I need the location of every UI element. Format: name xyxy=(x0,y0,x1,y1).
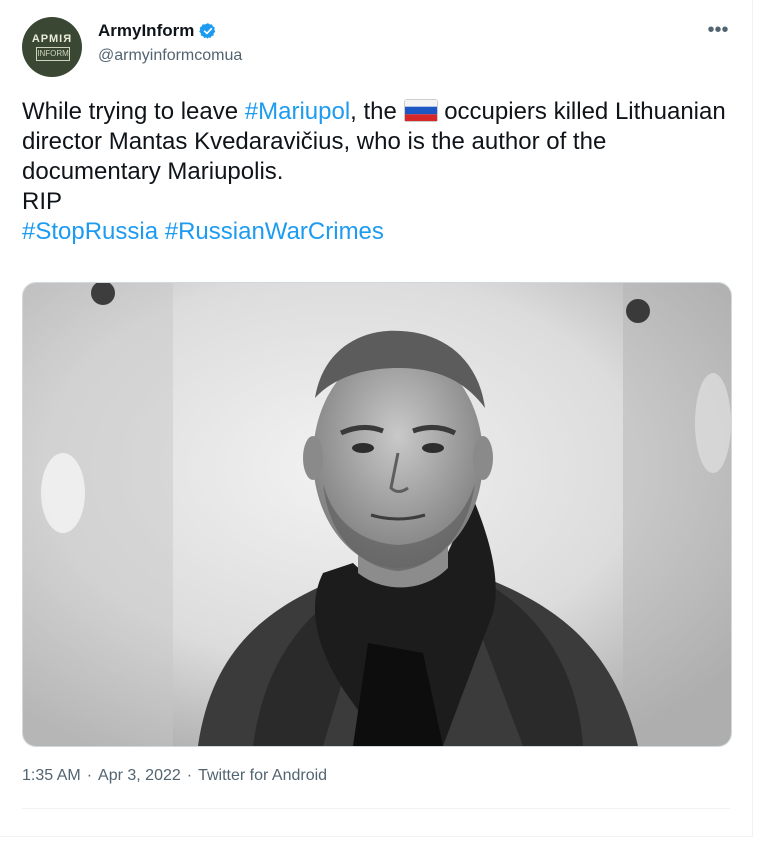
more-options-icon[interactable]: ••• xyxy=(703,20,733,44)
tweet-time[interactable]: 1:35 AM xyxy=(22,767,81,785)
tweet-text-segment: While trying to leave xyxy=(22,98,245,125)
author-display-name[interactable]: ArmyInform xyxy=(98,21,194,41)
avatar-text-bottom: INFORM xyxy=(36,47,70,61)
hashtag-link-stoprussia[interactable]: #StopRussia xyxy=(22,218,158,245)
hashtag-link-mariupol[interactable]: #Mariupol xyxy=(245,98,350,125)
avatar-text-top: АРМІЯ xyxy=(31,33,73,45)
meta-separator: · xyxy=(86,767,93,784)
tweet-card: АРМІЯ INFORM ArmyInform @armyinformcomua… xyxy=(0,0,753,837)
tweet-text-segment: , the xyxy=(350,98,404,125)
hashtag-link-russianwarcrimes[interactable]: #RussianWarCrimes xyxy=(165,218,384,245)
tweet-text: While trying to leave #Mariupol, the occ… xyxy=(22,97,742,247)
tweet-text-rip: RIP xyxy=(22,188,63,215)
tweet-date[interactable]: Apr 3, 2022 xyxy=(98,767,181,785)
avatar[interactable]: АРМІЯ INFORM xyxy=(22,17,82,77)
author-handle[interactable]: @armyinformcomua xyxy=(98,47,242,65)
divider xyxy=(22,808,730,809)
portrait-photo xyxy=(23,283,731,746)
russia-flag-icon xyxy=(403,99,438,122)
author-name-row[interactable]: ArmyInform xyxy=(98,21,217,41)
verified-badge-icon xyxy=(199,23,216,39)
tweet-source-link[interactable]: Twitter for Android xyxy=(198,767,327,785)
tweet-photo[interactable] xyxy=(22,282,732,747)
meta-separator: · xyxy=(186,767,193,784)
tweet-metadata: 1:35 AM · Apr 3, 2022 · Twitter for Andr… xyxy=(22,767,327,785)
